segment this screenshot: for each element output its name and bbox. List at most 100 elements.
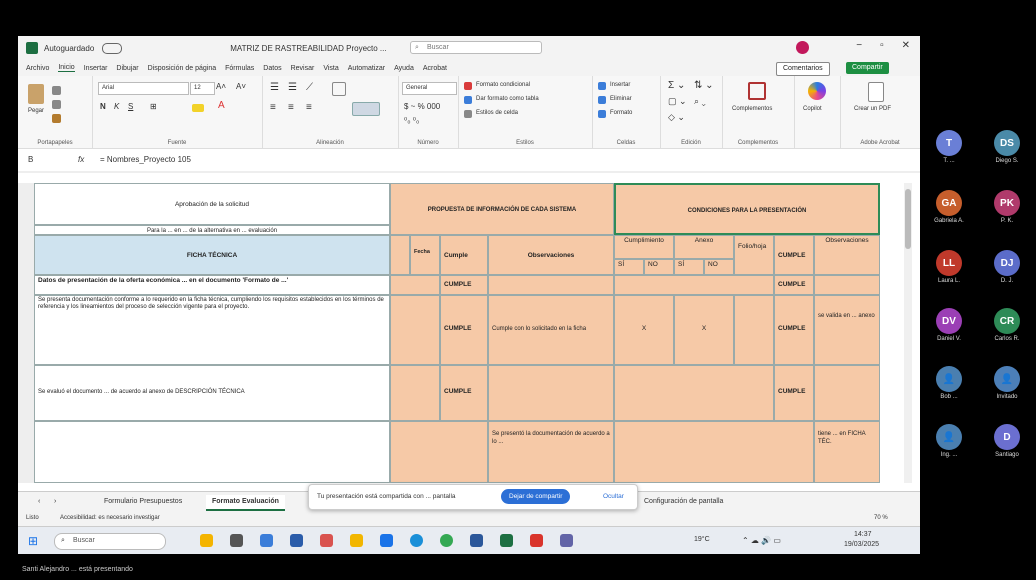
sub-no-cell[interactable]: NO	[704, 259, 734, 275]
sheet-tab[interactable]: Formulario Presupuestos	[98, 495, 188, 509]
align-left-icon[interactable]: ≡	[270, 102, 276, 113]
bold-icon[interactable]: N	[100, 102, 106, 111]
menu-item[interactable]: Inicio	[58, 64, 75, 72]
paste-icon[interactable]	[28, 84, 44, 104]
minimize-icon[interactable]: −	[856, 40, 862, 51]
menu-item[interactable]: Vista	[323, 65, 338, 72]
orientation-icon[interactable]: ⟋	[306, 82, 313, 93]
row2-mark-cell[interactable]: X	[614, 295, 674, 365]
sub-si-cell[interactable]: SÍ	[614, 259, 644, 275]
app-icon[interactable]	[320, 534, 333, 547]
clock-time[interactable]: 14:37	[854, 531, 872, 538]
participant-avatar[interactable]: D	[994, 424, 1020, 450]
cell-styles-button[interactable]: Estilos de celda	[476, 110, 518, 116]
row2-text-cell[interactable]: Se presenta documentación conforme a lo …	[34, 295, 390, 365]
delete-cells-button[interactable]: Eliminar	[610, 96, 632, 102]
close-icon[interactable]: ✕	[902, 40, 910, 51]
col-cumple-cell[interactable]: Cumple	[440, 235, 488, 275]
decimal-icon[interactable]: ⁰₀ ⁰₀	[404, 116, 419, 125]
display-settings-button[interactable]: Configuración de pantalla	[638, 495, 729, 509]
teams-app-icon[interactable]	[560, 534, 573, 547]
row1-cond-cell[interactable]	[614, 275, 774, 295]
menu-item[interactable]: Archivo	[26, 65, 49, 72]
row4-side-cell[interactable]: tiene ... en FICHA TÉC.	[814, 421, 880, 483]
sort-filter-icon[interactable]: ⇅ ⌄	[694, 80, 714, 91]
col-anexo-cell[interactable]: Anexo	[674, 235, 734, 259]
prev-sheet-icon[interactable]: ‹	[32, 495, 46, 509]
menu-item[interactable]: Disposición de página	[148, 65, 217, 72]
copy-icon[interactable]	[52, 100, 61, 109]
row3-cell[interactable]	[390, 365, 440, 421]
align-center-icon[interactable]: ≡	[288, 102, 294, 113]
align-top-icon[interactable]: ☰	[270, 82, 279, 93]
fill-icon[interactable]: ▢ ⌄	[668, 96, 687, 107]
fill-color-icon[interactable]	[192, 104, 204, 112]
autosave-toggle[interactable]	[102, 42, 123, 54]
row-headers[interactable]	[18, 183, 35, 483]
menu-item[interactable]: Ayuda	[394, 65, 414, 72]
align-middle-icon[interactable]: ☰	[288, 82, 297, 93]
widgets-icon[interactable]	[200, 534, 213, 547]
row2-folio-cell[interactable]	[734, 295, 774, 365]
borders-icon[interactable]: ⊞	[150, 102, 157, 111]
worksheet-grid[interactable]: Aprobación de la solicitud Para la ... e…	[18, 173, 920, 491]
participant-avatar[interactable]: DS	[994, 130, 1020, 156]
participant-avatar[interactable]: CR	[994, 308, 1020, 334]
row4-cell[interactable]	[390, 421, 488, 483]
row1-obs-cell[interactable]	[488, 275, 614, 295]
row1-cumple2-cell[interactable]: CUMPLE	[774, 275, 814, 295]
create-pdf-button[interactable]: Crear un PDF	[854, 106, 891, 112]
participant-avatar[interactable]: GA	[936, 190, 962, 216]
row3-cumple2-cell[interactable]: CUMPLE	[774, 365, 814, 421]
col-fecha-cell[interactable]: Fecha	[410, 235, 440, 275]
row4-text-cell[interactable]	[34, 421, 390, 483]
accessibility-status[interactable]: Accesibilidad: es necesario investigar	[60, 515, 160, 521]
acrobat-icon[interactable]	[530, 534, 543, 547]
menu-item[interactable]: Fórmulas	[225, 65, 254, 72]
shrink-font-icon[interactable]: A˅	[236, 82, 246, 91]
row3-obs-cell[interactable]	[488, 365, 614, 421]
participant-avatar[interactable]: 👤	[936, 424, 962, 450]
user-avatar[interactable]	[796, 41, 809, 54]
scrollbar-thumb[interactable]	[905, 189, 911, 249]
participant-avatar[interactable]: DV	[936, 308, 962, 334]
row3-cond-cell[interactable]	[614, 365, 774, 421]
row2-cumple-cell[interactable]: CUMPLE	[440, 295, 488, 365]
row1-cumple-cell[interactable]: CUMPLE	[440, 275, 488, 295]
col-cell[interactable]	[390, 235, 410, 275]
ficha-tecnica-cell[interactable]: FICHA TÉCNICA	[34, 235, 390, 275]
conditional-format-button[interactable]: Formato condicional	[476, 82, 530, 88]
approval-sub-cell[interactable]: Para la ... en ... de la alternativa en …	[34, 225, 390, 235]
name-box[interactable]: B	[28, 155, 33, 164]
font-color-icon[interactable]: A	[218, 100, 225, 111]
participant-avatar[interactable]: PK	[994, 190, 1020, 216]
chrome-profile-icon[interactable]	[440, 534, 453, 547]
row1-cell[interactable]	[390, 275, 440, 295]
format-cells-button[interactable]: Formato	[610, 110, 632, 116]
row2-cumple2-cell[interactable]: CUMPLE	[774, 295, 814, 365]
row4-cond-cell[interactable]	[614, 421, 814, 483]
hide-banner-button[interactable]: Ocultar	[603, 493, 624, 500]
system-tray-icons[interactable]: ⌃ ☁ 🔊 ▭	[742, 536, 781, 545]
sheet-tab-active[interactable]: Formato Evaluación	[206, 495, 285, 511]
zoom-level[interactable]: 70 %	[874, 515, 888, 521]
clock-date[interactable]: 19/03/2025	[844, 541, 879, 548]
file-explorer-icon[interactable]	[350, 534, 363, 547]
col-cumple2-cell[interactable]: CUMPLE	[774, 235, 814, 275]
share-button[interactable]: Compartir	[846, 62, 889, 74]
chrome-icon[interactable]	[410, 534, 423, 547]
find-icon[interactable]: ⌕ ⌄	[694, 96, 706, 107]
participant-avatar[interactable]: 👤	[994, 366, 1020, 392]
row3-cumple-cell[interactable]: CUMPLE	[440, 365, 488, 421]
row2-obs-cell[interactable]: Cumple con lo solicitado en la ficha	[488, 295, 614, 365]
row1-text-cell[interactable]: Datos de presentación de la oferta econó…	[34, 275, 390, 295]
merge-center-icon[interactable]	[352, 102, 380, 116]
approval-title-cell[interactable]: Aprobación de la solicitud	[34, 183, 390, 225]
row2-cell[interactable]	[390, 295, 440, 365]
addins-button[interactable]: Complementos	[732, 106, 772, 112]
row2-side-cell[interactable]: se valida en ... anexo	[814, 295, 880, 365]
word-icon[interactable]	[470, 534, 483, 547]
menu-item[interactable]: Revisar	[291, 65, 315, 72]
menu-item[interactable]: Acrobat	[423, 65, 447, 72]
formula-content[interactable]: = Nombres_Proyecto 105	[100, 155, 191, 164]
